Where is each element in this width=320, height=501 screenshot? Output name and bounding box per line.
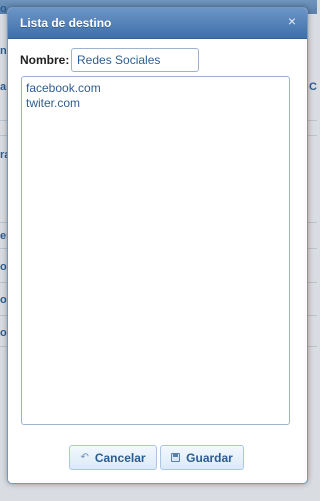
destination-list-dialog: Lista de destino × Nombre: facebook.com … [7, 7, 308, 484]
save-disk-icon [171, 453, 181, 462]
cancel-button-label: Cancelar [94, 450, 146, 465]
dialog-titlebar[interactable]: Lista de destino × [8, 8, 307, 39]
save-button[interactable]: Guardar [160, 445, 244, 470]
undo-arrow-icon: ↶ [80, 452, 89, 463]
save-button-label: Guardar [186, 450, 233, 465]
destination-list-textarea[interactable]: facebook.com twiter.com [21, 76, 290, 425]
name-label: Nombre: [20, 53, 70, 67]
list-item: facebook.com [26, 81, 101, 95]
cancel-button[interactable]: ↶ Cancelar [69, 445, 157, 470]
list-item: twiter.com [26, 96, 81, 110]
background-text: Co [309, 81, 317, 93]
name-input[interactable] [71, 48, 199, 72]
dialog-title: Lista de destino [20, 16, 112, 30]
close-icon[interactable]: × [285, 14, 299, 28]
